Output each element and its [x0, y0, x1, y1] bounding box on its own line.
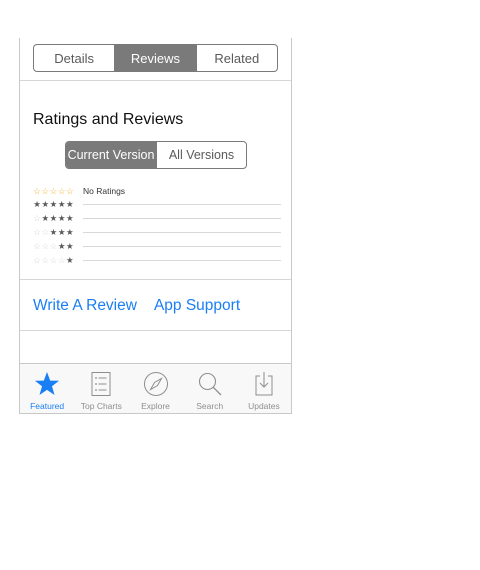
- tab-featured[interactable]: Featured: [20, 364, 74, 413]
- write-review-link[interactable]: Write A Review: [33, 297, 137, 315]
- tab-label: Explore: [141, 401, 170, 411]
- rating-stars-icon: ☆ ☆ ☆ ☆ ★: [33, 254, 74, 265]
- tab-top-charts[interactable]: Top Charts: [74, 364, 128, 413]
- rating-bar: [83, 203, 281, 205]
- tab-bar: Featured Top Charts Explore Search Updat…: [20, 363, 291, 413]
- summary-stars-icon: ☆ ☆ ☆ ☆ ☆: [33, 185, 74, 196]
- rating-bar: [83, 231, 281, 233]
- tab-related[interactable]: Related: [195, 45, 277, 71]
- rating-row-5-star: ★ ★ ★ ★ ★: [33, 197, 281, 211]
- tab-label: Updates: [248, 401, 280, 411]
- tab-label: Featured: [30, 401, 65, 411]
- tab-details[interactable]: Details: [34, 45, 114, 71]
- divider: [20, 80, 291, 81]
- tab-search[interactable]: Search: [183, 364, 237, 413]
- app-support-link[interactable]: App Support: [154, 297, 240, 315]
- tab-label: Search: [196, 401, 224, 411]
- rating-bar: [83, 259, 281, 261]
- divider: [20, 279, 291, 280]
- version-segmented-control: Current Version All Versions: [65, 141, 247, 169]
- divider: [20, 330, 291, 331]
- rating-row-1-star: ☆ ☆ ☆ ☆ ★: [33, 253, 281, 267]
- section-title: Ratings and Reviews: [33, 111, 184, 128]
- ratings-breakdown: ☆ ☆ ☆ ☆ ☆ No Ratings ★ ★ ★ ★ ★ ☆ ★ ★ ★ ★ ☆ ☆ ★ ★ ★ ☆ ☆ ☆ ★ ★ ☆ ☆ ☆…: [33, 185, 281, 267]
- rating-row-4-star: ☆ ★ ★ ★ ★: [33, 211, 281, 225]
- no-ratings-label: No Ratings: [83, 186, 126, 196]
- app-store-screen: Details Reviews Related Ratings and Revi…: [19, 38, 292, 414]
- tab-explore[interactable]: Explore: [128, 364, 182, 413]
- ratings-summary: ☆ ☆ ☆ ☆ ☆ No Ratings: [33, 185, 281, 197]
- rating-row-3-star: ☆ ☆ ★ ★ ★: [33, 225, 281, 239]
- list-icon: [91, 372, 111, 396]
- tab-label: Top Charts: [80, 401, 122, 411]
- rating-row-2-star: ☆ ☆ ☆ ★ ★: [33, 239, 281, 253]
- rating-bar: [83, 245, 281, 247]
- detail-segmented-control: Details Reviews Related: [33, 44, 278, 72]
- rating-stars-icon: ☆ ☆ ★ ★ ★: [33, 226, 74, 237]
- tab-reviews[interactable]: Reviews: [114, 45, 196, 71]
- rating-bar: [83, 217, 281, 219]
- rating-stars-icon: ☆ ☆ ☆ ★ ★: [33, 240, 74, 251]
- tab-updates[interactable]: Updates: [237, 364, 291, 413]
- rating-stars-icon: ★ ★ ★ ★ ★: [33, 198, 74, 209]
- search-icon: [198, 372, 222, 396]
- review-links: Write A Review App Support: [33, 297, 240, 315]
- tab-current-version[interactable]: Current Version: [66, 142, 156, 168]
- compass-icon: [143, 372, 168, 396]
- star-icon: [35, 372, 60, 395]
- tab-all-versions[interactable]: All Versions: [156, 142, 246, 168]
- rating-stars-icon: ☆ ★ ★ ★ ★: [33, 212, 74, 223]
- download-tray-icon: [255, 372, 273, 396]
